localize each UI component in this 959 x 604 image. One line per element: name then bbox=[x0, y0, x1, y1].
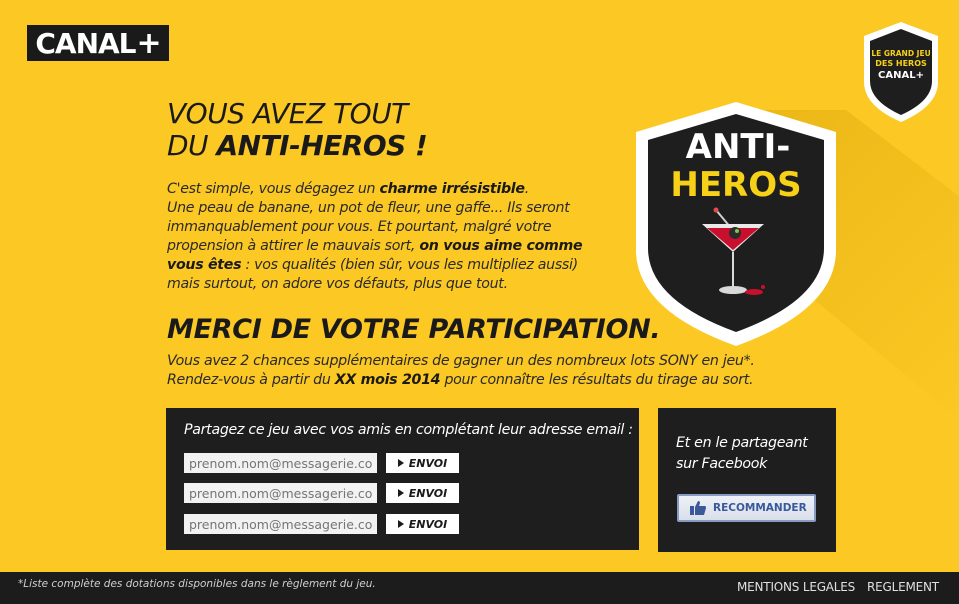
intro-bold-1: charme irrésistible bbox=[379, 181, 525, 197]
footer: *Liste complète des dotations disponible… bbox=[0, 572, 959, 604]
share-title: Partagez ce jeu avec vos amis en complét… bbox=[184, 422, 633, 438]
headline-line2-prefix: DU bbox=[167, 129, 217, 162]
email-share-panel: Partagez ce jeu avec vos amis en complét… bbox=[166, 408, 639, 550]
chances-line2-suffix: pour connaître les résultats du tirage a… bbox=[440, 372, 754, 388]
email-row: ENVOI bbox=[184, 453, 459, 475]
intro-paragraph: C'est simple, vous dégagez un charme irr… bbox=[167, 180, 607, 294]
thumbs-up-icon bbox=[690, 501, 706, 515]
logo-plus: + bbox=[136, 25, 162, 61]
intro-text-1: C'est simple, vous dégagez un bbox=[167, 181, 380, 197]
intro-text-2: . bbox=[524, 181, 530, 197]
chances-line2-prefix: Rendez-vous à partir du bbox=[167, 372, 335, 388]
friend-email-input-3[interactable] bbox=[184, 514, 377, 534]
recommend-label: RECOMMANDER bbox=[713, 502, 807, 514]
email-row: ENVOI bbox=[184, 514, 459, 536]
badge-line1: LE GRAND JEU bbox=[871, 49, 930, 58]
canal-plus-logo[interactable]: CANAL + bbox=[27, 25, 169, 61]
envoi-label: ENVOI bbox=[408, 486, 448, 500]
play-arrow-icon bbox=[397, 520, 404, 528]
facebook-share-panel: Et en le partageant sur Facebook RECOMMA… bbox=[658, 408, 836, 552]
facebook-recommend-button[interactable]: RECOMMANDER bbox=[677, 494, 816, 522]
merci-heading: MERCI DE VOTRE PARTICIPATION. bbox=[167, 314, 661, 345]
headline: VOUS AVEZ TOUT DU ANTI-HEROS ! bbox=[167, 97, 428, 162]
facebook-text: Et en le partageant sur Facebook bbox=[676, 435, 808, 472]
envoi-button-3[interactable]: ENVOI bbox=[386, 514, 459, 534]
friend-email-input-2[interactable] bbox=[184, 483, 377, 503]
envoi-label: ENVOI bbox=[408, 456, 448, 470]
shield-line1: ANTI- bbox=[686, 127, 791, 167]
shield-line2: HEROS bbox=[670, 165, 801, 205]
envoi-button-2[interactable]: ENVOI bbox=[386, 483, 459, 503]
chances-date: XX mois 2014 bbox=[334, 372, 441, 388]
envoi-button-1[interactable]: ENVOI bbox=[386, 453, 459, 473]
badge-line2: DES HEROS bbox=[875, 59, 927, 68]
friend-email-input-1[interactable] bbox=[184, 453, 377, 473]
headline-line1: VOUS AVEZ TOUT bbox=[167, 97, 408, 130]
footnote: *Liste complète des dotations disponible… bbox=[18, 578, 376, 590]
page: CANAL + LE GRAND JEU DES HEROS CANAL+ ANT… bbox=[0, 0, 959, 572]
anti-heros-shield: ANTI- HEROS bbox=[636, 102, 836, 346]
headline-line2-strong: ANTI-HEROS ! bbox=[216, 129, 428, 162]
envoi-label: ENVOI bbox=[408, 517, 448, 531]
logo-text: CANAL bbox=[35, 26, 136, 60]
chances-line1: Vous avez 2 chances supplémentaires de g… bbox=[167, 353, 755, 369]
play-arrow-icon bbox=[397, 459, 404, 467]
play-arrow-icon bbox=[397, 489, 404, 497]
mentions-legales-link[interactable]: MENTIONS LEGALES bbox=[737, 580, 855, 594]
chances-paragraph: Vous avez 2 chances supplémentaires de g… bbox=[167, 352, 767, 390]
badge-line3: CANAL+ bbox=[878, 70, 924, 81]
jeu-des-heros-badge: LE GRAND JEU DES HEROS CANAL+ bbox=[864, 22, 938, 122]
headline-line2: DU ANTI-HEROS ! bbox=[167, 129, 428, 162]
reglement-link[interactable]: REGLEMENT bbox=[867, 580, 939, 594]
email-row: ENVOI bbox=[184, 483, 459, 505]
